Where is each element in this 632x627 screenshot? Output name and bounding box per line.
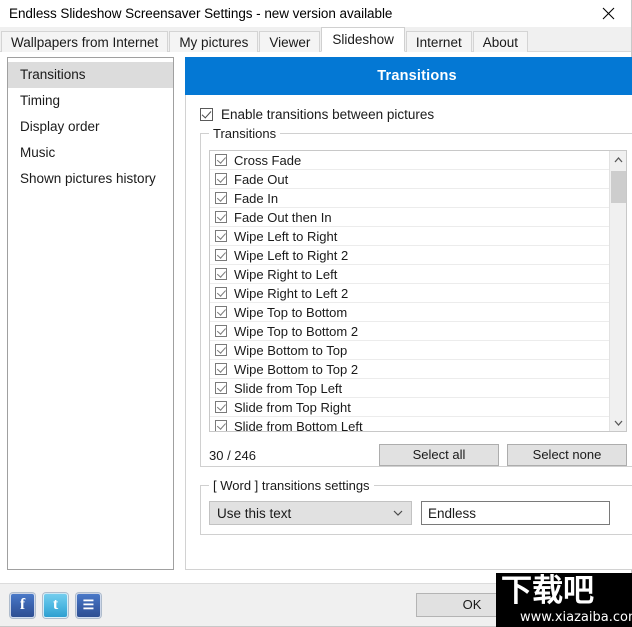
tab-wallpapers-from-internet[interactable]: Wallpapers from Internet <box>1 31 169 52</box>
sidebar: Transitions Timing Display order Music S… <box>7 57 174 570</box>
list-item-label: Wipe Bottom to Top 2 <box>234 361 359 377</box>
checkbox-icon[interactable] <box>215 401 227 413</box>
list-item-label: Wipe Left to Right 2 <box>234 247 349 263</box>
client-area: Transitions Timing Display order Music S… <box>0 52 632 583</box>
checkbox-icon[interactable] <box>215 192 227 204</box>
list-item[interactable]: Cross Fade <box>210 151 609 170</box>
transitions-group-title: Transitions <box>209 126 281 141</box>
list-item-label: Slide from Top Left <box>234 380 343 396</box>
sidebar-item-music[interactable]: Music <box>8 140 173 166</box>
checkbox-icon[interactable] <box>215 382 227 394</box>
transitions-list: Cross Fade Fade Out Fade In Fade Out the… <box>210 151 609 431</box>
scroll-up-button[interactable] <box>610 151 626 168</box>
checkbox-icon[interactable] <box>215 287 227 299</box>
tab-about[interactable]: About <box>472 31 528 52</box>
list-item-label: Wipe Top to Bottom <box>234 304 348 320</box>
panel-body: Enable transitions between pictures Tran… <box>185 95 632 570</box>
list-item-label: Fade Out <box>234 171 289 187</box>
list-item-label: Wipe Bottom to Top <box>234 342 348 358</box>
scrollbar-thumb[interactable] <box>611 171 626 203</box>
list-item[interactable]: Fade Out then In <box>210 208 609 227</box>
panel-header: Transitions <box>185 57 632 95</box>
sidebar-item-display-order[interactable]: Display order <box>8 114 173 140</box>
list-item-label: Wipe Right to Left <box>234 266 338 282</box>
content-panel: Transitions Enable transitions between p… <box>185 57 632 570</box>
close-button[interactable] <box>586 0 631 27</box>
watermark-logo: 下载吧 <box>501 573 594 609</box>
list-item[interactable]: Fade In <box>210 189 609 208</box>
tab-internet[interactable]: Internet <box>405 31 472 52</box>
list-item-label: Cross Fade <box>234 152 302 168</box>
word-settings-row: Use this text <box>209 501 627 525</box>
list-item[interactable]: Slide from Bottom Left <box>210 417 609 431</box>
watermark-url: www.xiazaiba.com <box>520 610 632 625</box>
word-transitions-groupbox: [ Word ] transitions settings Use this t… <box>200 478 632 535</box>
checkbox-icon[interactable] <box>215 211 227 223</box>
checkbox-icon[interactable] <box>215 268 227 280</box>
chevron-down-icon <box>614 420 622 426</box>
word-group-title: [ Word ] transitions settings <box>209 478 374 493</box>
list-item[interactable]: Wipe Top to Bottom <box>210 303 609 322</box>
transitions-listbox[interactable]: Cross Fade Fade Out Fade In Fade Out the… <box>209 150 627 432</box>
checkbox-icon[interactable] <box>215 363 227 375</box>
list-item-label: Fade In <box>234 190 279 206</box>
list-scrollbar[interactable] <box>609 151 626 431</box>
twitter-icon[interactable]: t <box>43 592 68 618</box>
tab-slideshow[interactable]: Slideshow <box>321 27 405 52</box>
checkbox-icon[interactable] <box>215 154 227 166</box>
window-title: Endless Slideshow Screensaver Settings -… <box>9 6 393 21</box>
list-item[interactable]: Fade Out <box>210 170 609 189</box>
list-item[interactable]: Wipe Right to Left <box>210 265 609 284</box>
list-item-label: Slide from Top Right <box>234 399 351 415</box>
select-none-button[interactable]: Select none <box>507 444 627 466</box>
checkbox-icon[interactable] <box>215 173 227 185</box>
watermark-overlay: 下载吧 www.xiazaiba.com <box>496 573 632 627</box>
transitions-groupbox: Transitions Cross Fade Fade Out Fade In … <box>200 126 632 467</box>
tab-viewer[interactable]: Viewer <box>259 31 321 52</box>
word-mode-select[interactable]: Use this text <box>209 501 412 525</box>
list-item-label: Wipe Right to Left 2 <box>234 285 349 301</box>
list-item-label: Fade Out then In <box>234 209 332 225</box>
list-item[interactable]: Wipe Right to Left 2 <box>210 284 609 303</box>
selection-counter-row: 30 / 246 Select all Select none <box>209 444 627 466</box>
sidebar-item-timing[interactable]: Timing <box>8 88 173 114</box>
tab-strip: Wallpapers from Internet My pictures Vie… <box>0 27 631 52</box>
checkbox-icon[interactable] <box>215 420 227 431</box>
enable-transitions-checkbox[interactable]: Enable transitions between pictures <box>200 107 632 122</box>
settings-window: Endless Slideshow Screensaver Settings -… <box>0 0 632 627</box>
list-item[interactable]: Slide from Top Left <box>210 379 609 398</box>
scroll-down-button[interactable] <box>610 414 626 431</box>
list-item[interactable]: Wipe Bottom to Top <box>210 341 609 360</box>
checkbox-icon[interactable] <box>215 325 227 337</box>
selection-counter: 30 / 246 <box>209 447 256 463</box>
tab-my-pictures[interactable]: My pictures <box>169 31 259 52</box>
chevron-up-icon <box>614 156 622 162</box>
list-item[interactable]: Wipe Left to Right 2 <box>210 246 609 265</box>
list-item-label: Wipe Left to Right <box>234 228 338 244</box>
close-icon <box>602 7 615 20</box>
checkbox-icon <box>200 108 213 121</box>
word-text-input[interactable] <box>421 501 610 525</box>
list-item[interactable]: Slide from Top Right <box>210 398 609 417</box>
chevron-down-icon <box>393 502 403 524</box>
list-item[interactable]: Wipe Bottom to Top 2 <box>210 360 609 379</box>
list-item-label: Slide from Bottom Left <box>234 418 363 432</box>
list-item[interactable]: Wipe Left to Right <box>210 227 609 246</box>
enable-transitions-label: Enable transitions between pictures <box>221 107 435 122</box>
sidebar-item-transitions[interactable]: Transitions <box>8 62 173 88</box>
title-bar: Endless Slideshow Screensaver Settings -… <box>0 0 631 27</box>
checkbox-icon[interactable] <box>215 249 227 261</box>
checkbox-icon[interactable] <box>215 344 227 356</box>
word-mode-select-value: Use this text <box>217 505 292 521</box>
facebook-icon[interactable]: f <box>10 592 35 618</box>
myspace-icon[interactable]: ☰ <box>76 592 101 618</box>
checkbox-icon[interactable] <box>215 230 227 242</box>
list-item[interactable]: Wipe Top to Bottom 2 <box>210 322 609 341</box>
checkbox-icon[interactable] <box>215 306 227 318</box>
select-all-button[interactable]: Select all <box>379 444 499 466</box>
list-item-label: Wipe Top to Bottom 2 <box>234 323 359 339</box>
sidebar-item-shown-pictures-history[interactable]: Shown pictures history <box>8 166 173 192</box>
